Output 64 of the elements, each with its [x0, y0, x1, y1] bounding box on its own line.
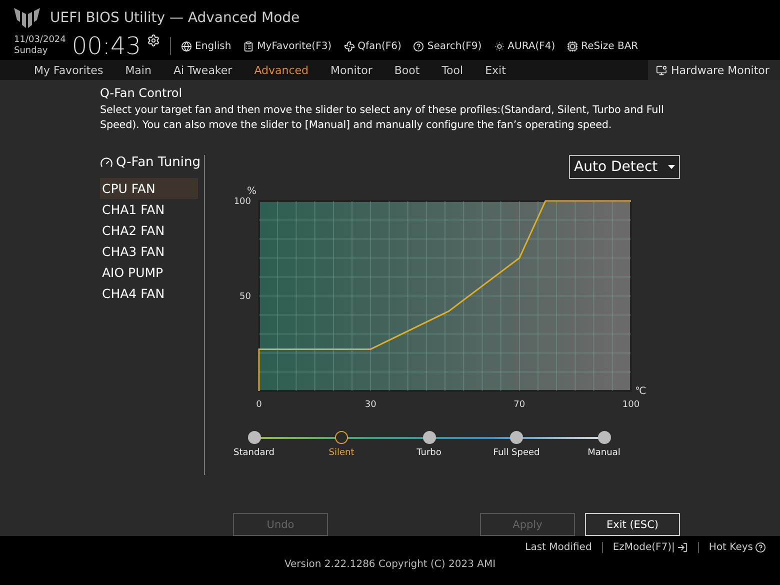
list-icon: [243, 40, 254, 52]
menu-tab[interactable]: Boot: [394, 64, 420, 76]
y-axis-label: %: [247, 186, 257, 197]
logo-icon: [14, 8, 40, 28]
profile-label: Turbo: [416, 448, 442, 458]
menu-tab[interactable]: Advanced: [254, 64, 309, 76]
fan-list-item[interactable]: AIO PUMP: [100, 262, 198, 283]
menu-tab[interactable]: Monitor: [330, 64, 372, 76]
x-tick-label: 0: [256, 400, 262, 410]
menu-tab[interactable]: Ai Tweaker: [173, 64, 232, 76]
fan-list-item[interactable]: CHA4 FAN: [100, 283, 198, 304]
dialog-button[interactable]: Exit (ESC): [585, 513, 680, 536]
toolbar-item[interactable]: ReSize BAR: [567, 40, 638, 52]
x-tick-label: 70: [514, 400, 526, 410]
profile-label: Full Speed: [493, 448, 540, 458]
fan-list-item[interactable]: CPU FAN: [100, 178, 198, 199]
profile-knob[interactable]: [422, 431, 436, 444]
menu-tab[interactable]: My Favorites: [34, 64, 104, 76]
chip-icon: [567, 40, 578, 52]
toolbar-item[interactable]: MyFavorite(F3): [243, 40, 332, 52]
x-tick-label: 100: [622, 400, 640, 410]
monitor-icon: [656, 64, 667, 76]
menu-tab[interactable]: Exit: [485, 64, 506, 76]
profile-label: Manual: [588, 448, 620, 458]
fan-list-item[interactable]: CHA2 FAN: [100, 220, 198, 241]
profile-label: Standard: [234, 448, 274, 458]
dialog-title: Q-Fan Control: [100, 86, 184, 100]
x-axis-label: ℃: [635, 386, 646, 397]
caret-icon: [668, 165, 675, 169]
fan-list-item[interactable]: CHA1 FAN: [100, 199, 198, 220]
profile-knob[interactable]: [335, 431, 348, 444]
y-tick-label: 100: [234, 197, 251, 207]
footer-link[interactable]: Last Modified: [515, 542, 592, 553]
window-title: UEFI BIOS Utility — Advanced Mode: [50, 10, 300, 26]
day-text: Sunday: [14, 46, 49, 57]
enter-icon: [676, 542, 688, 553]
version-text: Version 2.22.1286 Copyright (C) 2023 AMI: [284, 559, 496, 570]
fan-icon: [344, 40, 355, 52]
fan-list-item[interactable]: CHA3 FAN: [100, 241, 198, 262]
footer-link[interactable]: EzMode(F7)|: [602, 542, 688, 553]
toolbar-item[interactable]: English: [181, 40, 232, 52]
y-tick-label: 50: [240, 292, 251, 302]
dialog-description: Select your target fan and then move the slider to select any of these profiles:(Standard, Silent, Turbo and Full Speed). You can also move the slider to [Manual] and manually configure the fan’s operating speed.: [100, 103, 665, 133]
help-icon: [413, 40, 424, 52]
settings-icon[interactable]: [147, 34, 160, 47]
profile-knob[interactable]: [510, 431, 523, 444]
profile-knob[interactable]: [248, 431, 260, 444]
section-title: Q-Fan Tuning: [100, 155, 204, 170]
toolbar-item[interactable]: Search(F9): [413, 40, 482, 52]
hardware-monitor-tab[interactable]: Hardware Monitor: [648, 60, 780, 80]
clock-time: 00:43: [72, 32, 142, 60]
menu-tab[interactable]: Main: [125, 64, 152, 76]
x-tick-label: 30: [364, 400, 376, 410]
help-icon: [755, 542, 766, 553]
profile-knob[interactable]: [598, 431, 610, 444]
toolbar-item[interactable]: Qfan(F6): [344, 40, 402, 52]
footer-link[interactable]: Hot Keys: [698, 542, 766, 553]
date-text: 11/03/2024: [14, 35, 66, 46]
globe-icon: [181, 40, 192, 52]
menu-tab[interactable]: Tool: [442, 64, 464, 76]
toolbar-item[interactable]: AURA(F4): [494, 40, 556, 52]
mode-dropdown[interactable]: Auto Detect: [569, 155, 680, 179]
profile-label: Silent: [328, 448, 354, 458]
gauge-icon: [100, 156, 113, 169]
